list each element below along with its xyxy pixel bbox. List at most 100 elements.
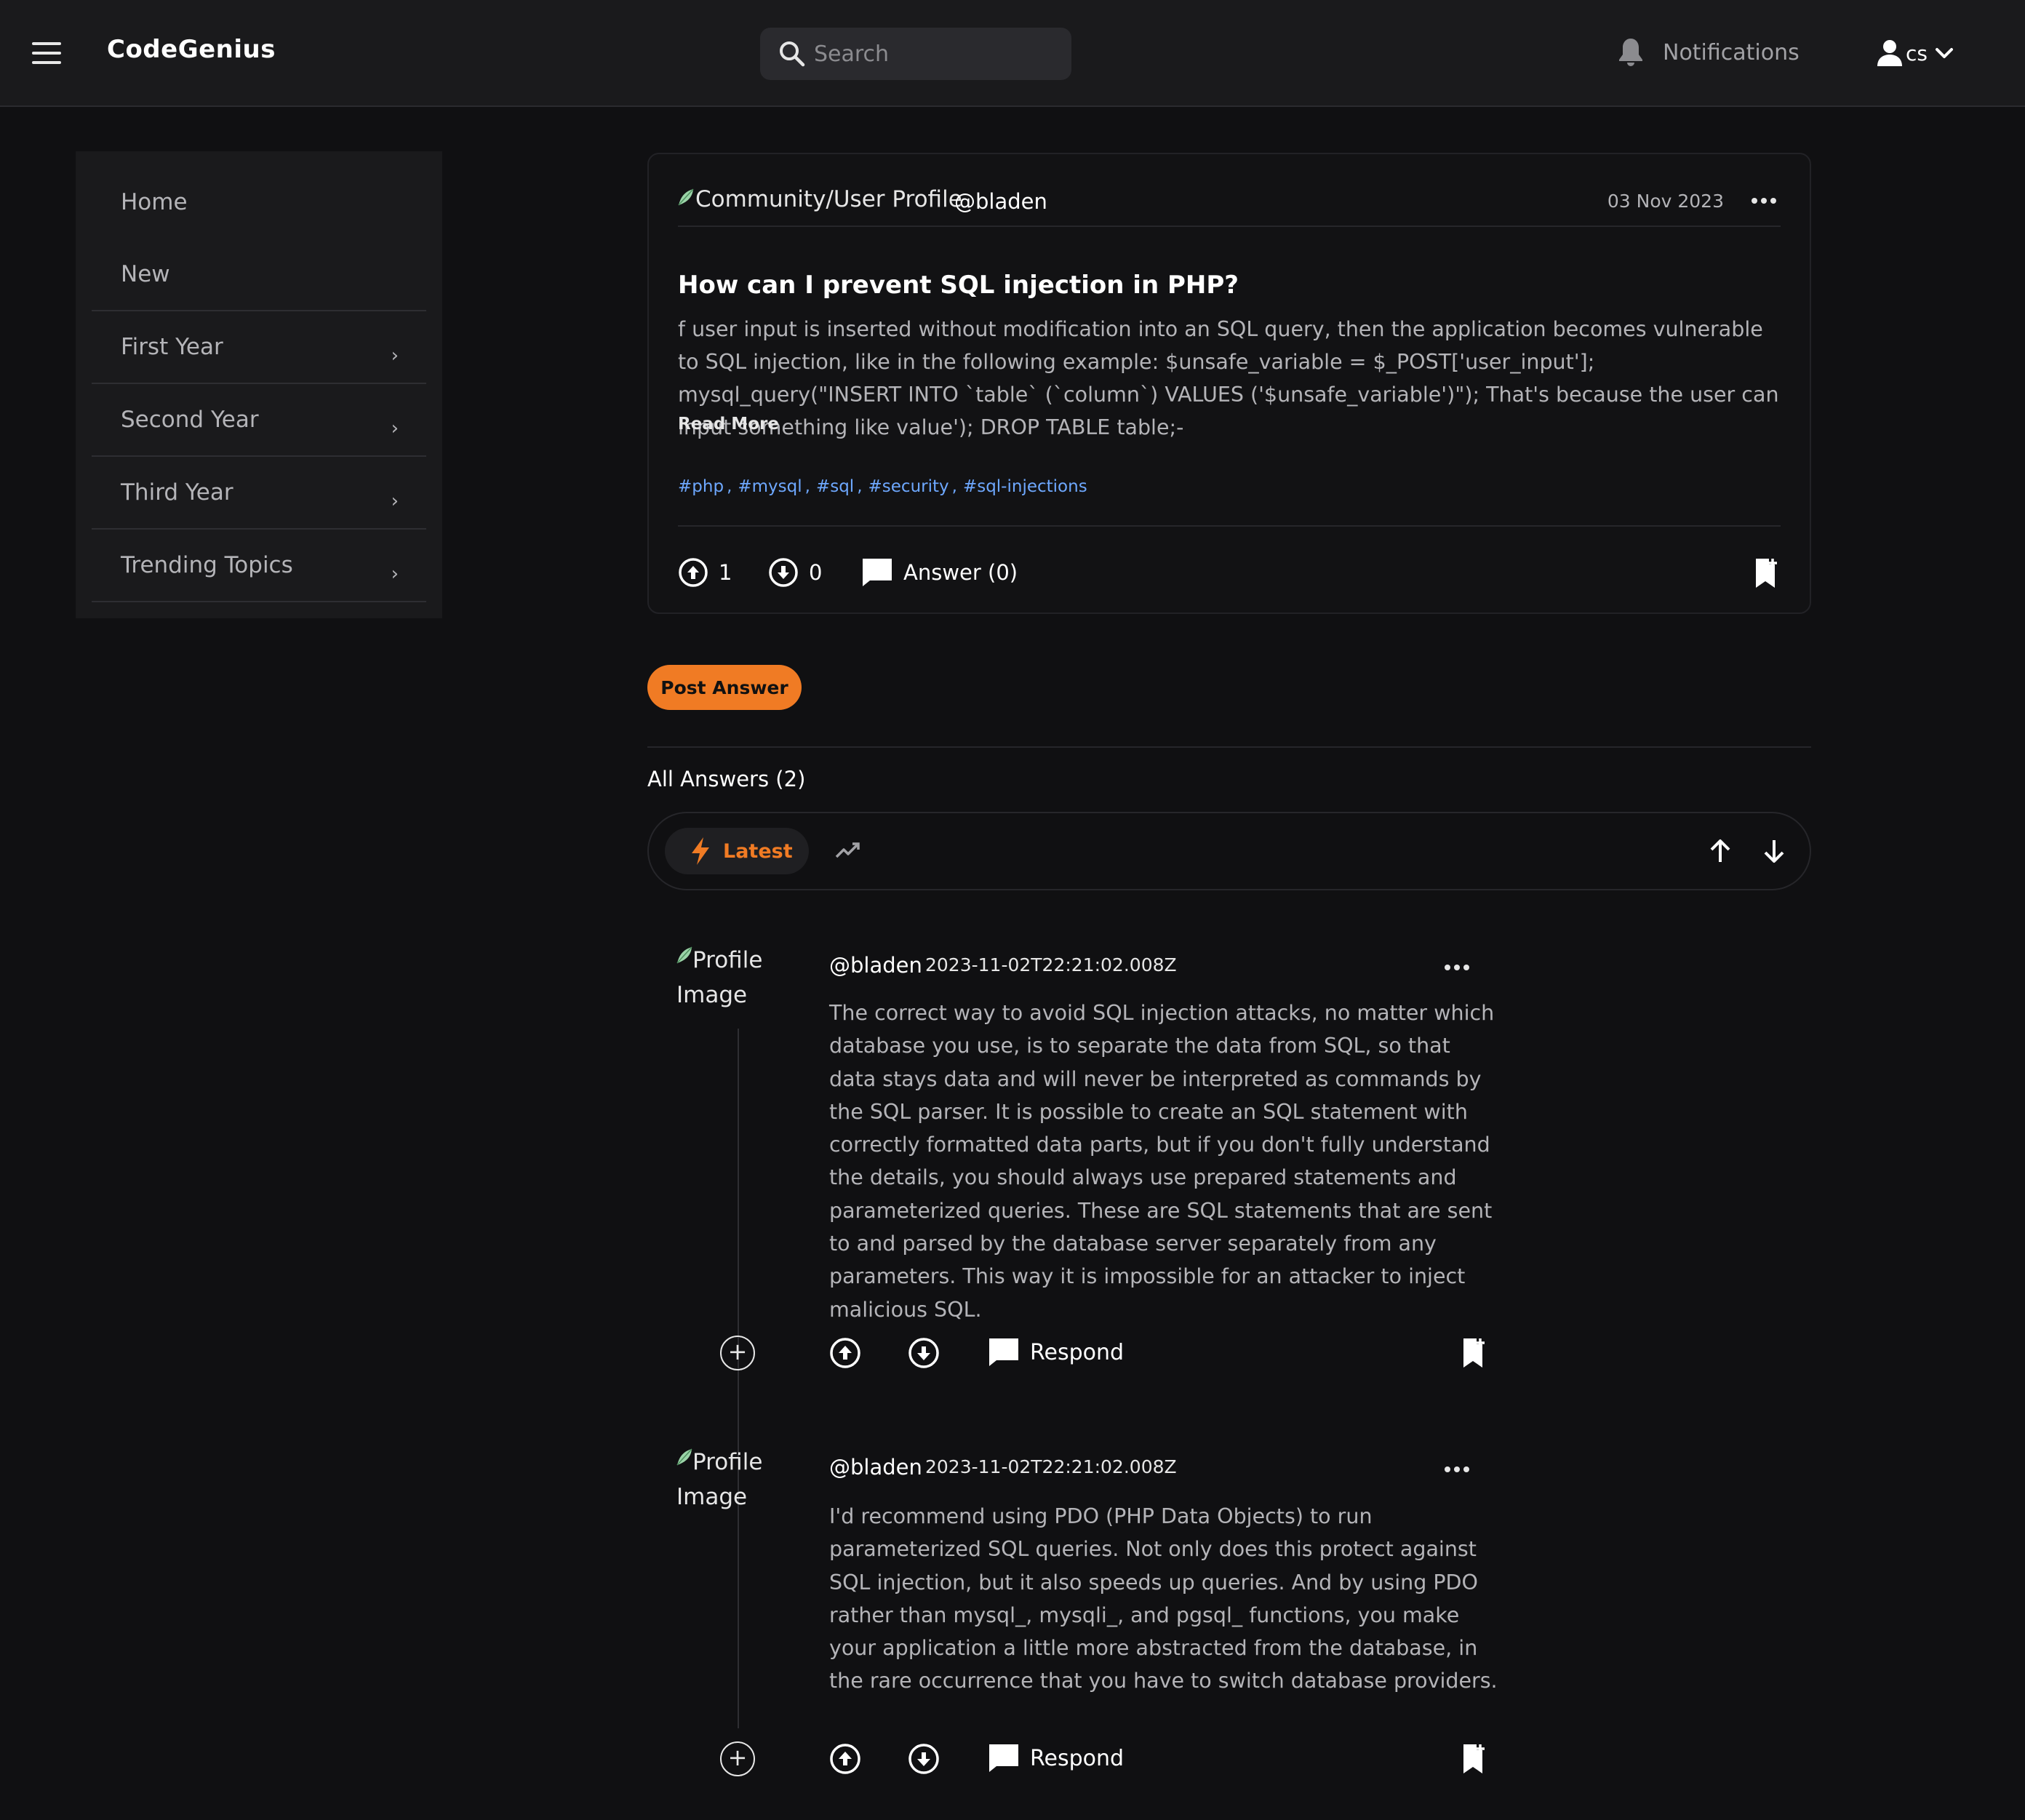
sidebar-item-second-year[interactable]: Second Year › (92, 384, 426, 457)
search-icon (780, 41, 805, 67)
author-avatar-alt: Community/User Profile (695, 186, 962, 212)
read-more-link[interactable]: Read More (678, 415, 779, 434)
sort-latest-label: Latest (723, 839, 793, 863)
bell-icon (1619, 39, 1642, 66)
arrow-down-circle-icon (908, 1744, 939, 1774)
arrow-up-icon[interactable] (1708, 838, 1733, 864)
broken-image-icon (676, 1448, 692, 1466)
question-card: Community/User Profile @bladen 03 Nov 20… (647, 153, 1811, 614)
arrow-down-circle-icon (908, 1338, 939, 1368)
arrow-up-circle-icon (679, 558, 708, 587)
chevron-right-icon: › (391, 563, 399, 585)
answer-label: Answer (0) (903, 560, 1018, 585)
question-actions: 1 0 Answer (0) (678, 525, 1781, 605)
answer-avatar[interactable]: Profile Image (676, 1445, 764, 1514)
post-answer-button[interactable]: Post Answer (647, 665, 802, 710)
answer-downvote-button[interactable] (908, 1743, 950, 1775)
sidebar-item-third-year[interactable]: Third Year › (92, 457, 426, 530)
tag-security[interactable]: #security (868, 477, 949, 496)
broken-image-icon (678, 188, 694, 206)
arrow-up-circle-icon (830, 1338, 860, 1368)
plus-circle-icon[interactable]: + (720, 1741, 755, 1776)
question-body: f user input is inserted without modific… (678, 317, 1779, 439)
sidebar-item-label: First Year (121, 334, 223, 360)
hamburger-icon[interactable] (32, 42, 61, 64)
answer-body: The correct way to avoid SQL injection a… (829, 1001, 1495, 1322)
answer-upvote-button[interactable] (829, 1743, 871, 1775)
chevron-right-icon: › (391, 345, 399, 367)
bookmark-button[interactable] (1753, 557, 1791, 589)
respond-button[interactable]: Respond (988, 1743, 1124, 1773)
arrow-down-circle-icon (769, 558, 798, 587)
bookmark-add-icon (1756, 559, 1777, 588)
sidebar-item-trending-topics[interactable]: Trending Topics › (92, 530, 426, 602)
user-icon (1877, 40, 1902, 66)
tag-separator: , (727, 477, 732, 496)
sidebar-item-label: Second Year (121, 407, 259, 433)
answer-author-handle[interactable]: @bladen (829, 1455, 922, 1480)
downvote-button[interactable]: 0 (768, 557, 822, 588)
upvote-count: 1 (719, 560, 732, 585)
tag-sql[interactable]: #sql (816, 477, 854, 496)
answer-upvote-button[interactable] (829, 1337, 871, 1369)
sidebar-item-first-year[interactable]: First Year › (92, 311, 426, 384)
author-avatar[interactable]: Community/User Profile (678, 186, 962, 212)
lightning-icon (692, 837, 709, 865)
ellipsis-icon[interactable] (1445, 965, 1469, 970)
sidebar-item-label: Third Year (121, 479, 233, 506)
thread-line (738, 1530, 739, 1728)
tag-separator: , (804, 477, 810, 496)
tag-mysql[interactable]: #mysql (738, 477, 802, 496)
bookmark-add-icon (1463, 1744, 1485, 1773)
tag-sql-injections[interactable]: #sql-injections (963, 477, 1087, 496)
respond-label: Respond (1030, 1745, 1125, 1771)
tag-separator: , (857, 477, 863, 496)
respond-label: Respond (1030, 1339, 1125, 1365)
sidebar-item-new[interactable]: New (92, 239, 426, 311)
arrow-down-icon[interactable] (1762, 838, 1786, 864)
chevron-down-icon (1935, 48, 1953, 58)
sidebar-item-label: Trending Topics (121, 552, 293, 578)
chevron-right-icon: › (391, 490, 399, 512)
sidebar-item-label: New (121, 261, 170, 287)
author-handle[interactable]: @bladen (954, 189, 1047, 214)
user-name: cs (1906, 41, 1928, 65)
ellipsis-icon[interactable] (1752, 198, 1776, 204)
sidebar-item-label: Home (121, 189, 188, 215)
answer-button[interactable]: Answer (0) (861, 557, 1018, 588)
answer-bookmark-button[interactable] (1461, 1743, 1498, 1775)
downvote-count: 0 (809, 560, 823, 585)
divider (647, 746, 1811, 748)
notifications-label: Notifications (1663, 39, 1800, 65)
sidebar: Home New First Year › Second Year › Thir… (76, 151, 442, 618)
sort-latest-button[interactable]: Latest (665, 828, 809, 874)
tag-list: #php, #mysql, #sql, #security, #sql-injectio… (678, 477, 1087, 496)
notifications-button[interactable]: Notifications (1618, 32, 1800, 73)
answer-sort-bar: Latest (647, 812, 1811, 890)
plus-circle-icon[interactable]: + (720, 1336, 755, 1370)
comment-icon (863, 559, 892, 586)
trending-icon[interactable] (835, 839, 861, 860)
answer-bookmark-button[interactable] (1461, 1337, 1498, 1369)
answer-author-handle[interactable]: @bladen (829, 953, 922, 978)
post-date: 03 Nov 2023 (1607, 191, 1724, 212)
arrow-up-circle-icon (830, 1744, 860, 1774)
answer-downvote-button[interactable] (908, 1337, 950, 1369)
respond-button[interactable]: Respond (988, 1337, 1124, 1368)
tag-separator: , (951, 477, 957, 496)
ellipsis-icon[interactable] (1445, 1466, 1469, 1472)
comment-icon (989, 1338, 1018, 1366)
answer-avatar[interactable]: Profile Image (676, 943, 764, 1013)
search-box[interactable] (760, 28, 1071, 80)
answer-timestamp: 2023-11-02T22:21:02.008Z (925, 1456, 1177, 1477)
question-title[interactable]: How can I prevent SQL injection in PHP? (678, 271, 1239, 300)
tag-php[interactable]: #php (678, 477, 724, 496)
broken-image-icon (676, 946, 692, 964)
search-input[interactable] (814, 38, 1054, 70)
upvote-button[interactable]: 1 (678, 557, 732, 588)
brand-logo[interactable]: CodeGenius (107, 35, 276, 64)
bookmark-add-icon (1463, 1338, 1485, 1368)
question-header: Community/User Profile @bladen 03 Nov 20… (678, 186, 1781, 227)
sidebar-item-home[interactable]: Home (92, 166, 426, 239)
user-menu[interactable]: cs (1877, 36, 1954, 70)
